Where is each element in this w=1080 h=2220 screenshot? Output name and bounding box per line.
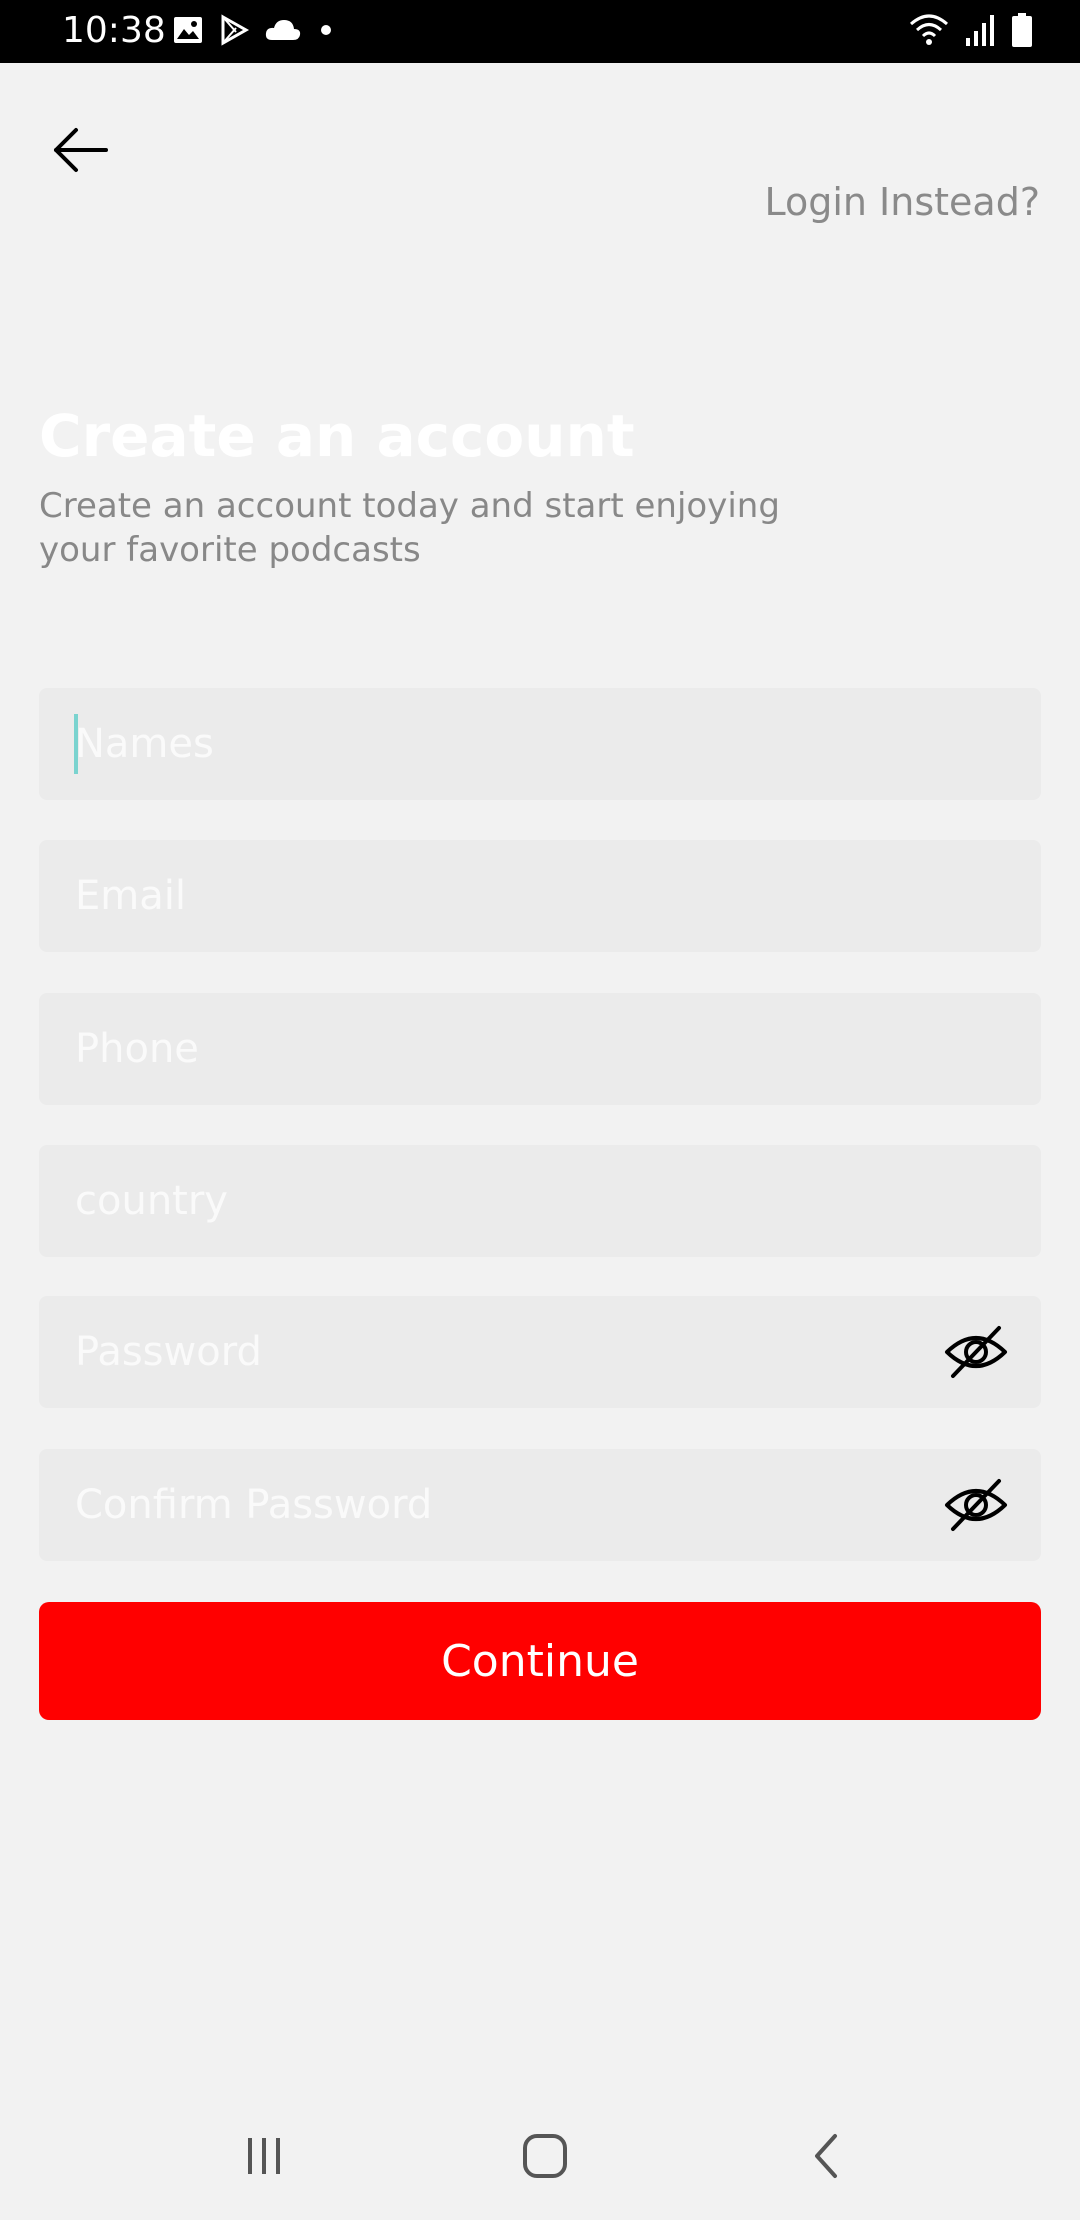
phone-input[interactable] <box>75 993 945 1105</box>
email-input[interactable] <box>75 840 945 952</box>
home-button[interactable] <box>505 2125 585 2187</box>
signal-icon <box>964 12 996 52</box>
status-icons-left <box>172 14 336 50</box>
recent-apps-icon <box>248 2138 280 2174</box>
names-field[interactable] <box>39 688 1041 800</box>
image-icon <box>172 14 204 50</box>
status-bar: 10:38 <box>0 0 1080 63</box>
phone-field[interactable] <box>39 993 1041 1105</box>
nav-back-button[interactable] <box>787 2125 867 2187</box>
back-button[interactable] <box>40 112 120 192</box>
continue-button[interactable]: Continue <box>39 1602 1041 1720</box>
country-input[interactable] <box>75 1145 945 1257</box>
confirm-password-field[interactable] <box>39 1449 1041 1561</box>
status-time: 10:38 <box>62 10 166 51</box>
confirm-password-input[interactable] <box>75 1449 945 1561</box>
eye-off-icon <box>945 1326 1007 1378</box>
dot-icon <box>316 14 336 50</box>
login-instead-link[interactable]: Login Instead? <box>764 180 1040 224</box>
confirm-password-visibility-toggle[interactable] <box>943 1473 1009 1537</box>
eye-off-icon <box>945 1479 1007 1531</box>
names-input[interactable] <box>75 688 945 800</box>
password-input[interactable] <box>75 1296 945 1408</box>
country-field[interactable] <box>39 1145 1041 1257</box>
back-icon <box>815 2134 837 2178</box>
play-store-icon <box>218 14 250 50</box>
wifi-icon <box>908 12 950 52</box>
email-field[interactable] <box>39 840 1041 952</box>
cloud-icon <box>264 14 302 50</box>
page-subtitle: Create an account today and start enjoyi… <box>39 486 780 570</box>
battery-icon <box>1010 12 1034 52</box>
recent-apps-button[interactable] <box>224 2125 304 2187</box>
page-title: Create an account <box>39 402 635 470</box>
password-field[interactable] <box>39 1296 1041 1408</box>
status-icons-right <box>908 12 1034 52</box>
arrow-left-icon <box>50 125 110 179</box>
password-visibility-toggle[interactable] <box>943 1320 1009 1384</box>
home-icon <box>523 2134 567 2178</box>
